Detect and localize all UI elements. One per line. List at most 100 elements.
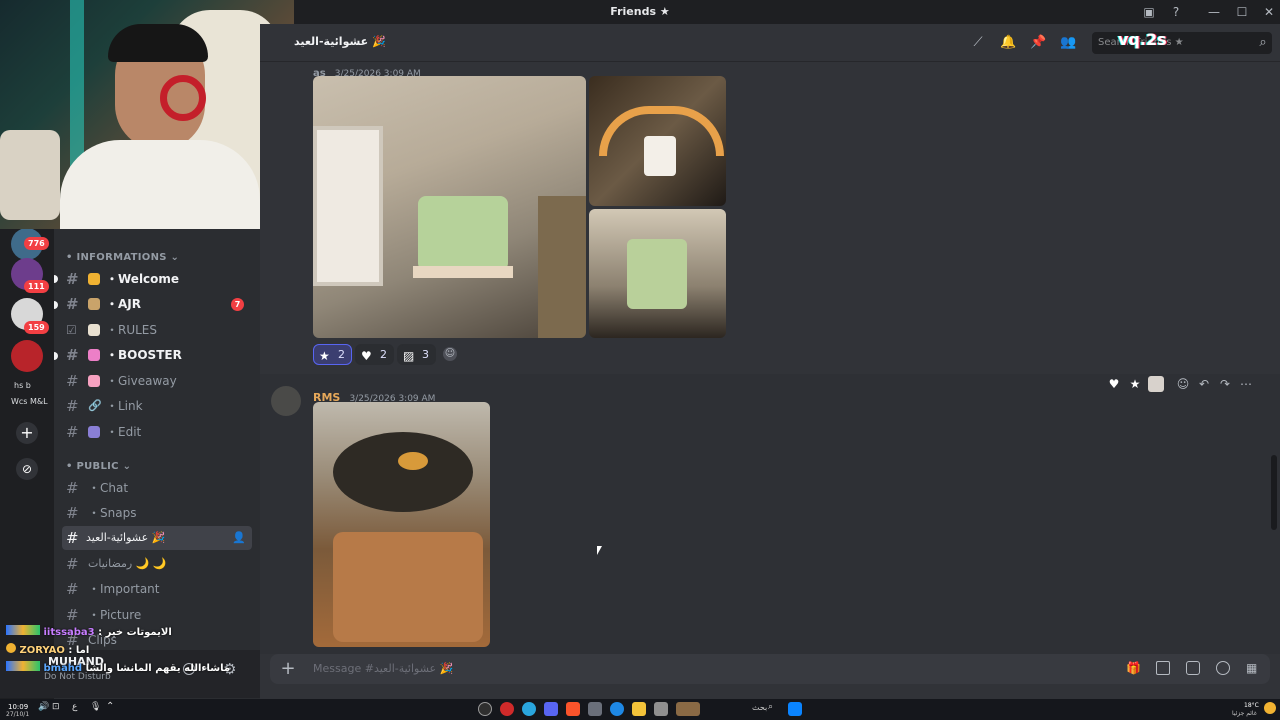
cake-stand bbox=[413, 266, 513, 278]
channel-snaps[interactable]: # ・Snaps bbox=[62, 501, 252, 525]
channel-label: رمضانيات 🌙 🌙 bbox=[88, 557, 167, 570]
channel-chat[interactable]: # ・Chat bbox=[62, 476, 252, 500]
taskbar-date: 27/10/1 bbox=[6, 711, 30, 718]
add-server-icon[interactable]: + bbox=[16, 422, 38, 444]
hash-icon: # bbox=[66, 555, 79, 573]
emoji-icon[interactable] bbox=[1216, 661, 1230, 675]
coffee-cup bbox=[644, 136, 676, 176]
app-icon[interactable] bbox=[478, 702, 492, 716]
pin-icon[interactable]: 📌 bbox=[1030, 35, 1046, 51]
sticker-icon[interactable] bbox=[1186, 661, 1200, 675]
category-label: PUBLIC bbox=[76, 461, 119, 472]
channel-booster[interactable]: # ・BOOSTER bbox=[62, 343, 252, 367]
channel-rules[interactable]: ☑ ・RULES bbox=[62, 318, 252, 342]
upload-plus-icon[interactable]: + bbox=[278, 659, 298, 679]
channel-label: ・Giveaway bbox=[106, 374, 177, 388]
file-explorer-icon[interactable] bbox=[632, 702, 646, 716]
apps-icon[interactable]: ▦ bbox=[1246, 661, 1260, 675]
server-icon[interactable] bbox=[11, 340, 43, 372]
reply-icon[interactable]: ↶ bbox=[1196, 376, 1212, 392]
maximize-button[interactable]: ☐ bbox=[1233, 3, 1251, 21]
weather-icon[interactable] bbox=[1264, 702, 1276, 714]
app-icon[interactable] bbox=[676, 702, 700, 716]
channel-ramadan[interactable]: # رمضانيات 🌙 🌙 bbox=[62, 552, 252, 576]
channel-edit[interactable]: # ・Edit bbox=[62, 420, 252, 444]
volume-icon[interactable]: 🔊 bbox=[38, 702, 49, 712]
server-folder-label[interactable]: hs b bbox=[14, 381, 31, 390]
channel-eid-random[interactable]: # عشوائية-العيد 🎉 👤 bbox=[62, 526, 252, 550]
app-icon[interactable] bbox=[654, 702, 668, 716]
reaction-star[interactable]: ★ 2 bbox=[313, 344, 352, 365]
more-icon[interactable]: ⋯ bbox=[1238, 376, 1254, 392]
channel-welcome[interactable]: # ・Welcome bbox=[62, 267, 252, 291]
channel-picture[interactable]: # ・Picture bbox=[62, 603, 252, 627]
server-badge: 776 bbox=[24, 237, 49, 250]
search-icon[interactable]: ⌕ bbox=[768, 702, 773, 712]
attachment-image[interactable] bbox=[313, 76, 586, 338]
app-icon[interactable] bbox=[588, 702, 602, 716]
help-icon[interactable]: ? bbox=[1167, 3, 1185, 21]
chevron-down-icon: ⌄ bbox=[122, 461, 132, 472]
star-icon[interactable]: ★ bbox=[1127, 376, 1143, 392]
forward-icon[interactable]: ↷ bbox=[1217, 376, 1233, 392]
sticker-icon[interactable] bbox=[1148, 376, 1164, 392]
channel-label: ・BOOSTER bbox=[106, 348, 182, 362]
app-icon[interactable] bbox=[500, 702, 514, 716]
server-badge: 111 bbox=[24, 280, 49, 293]
chat-badges-icon bbox=[6, 625, 40, 635]
telegram-icon[interactable] bbox=[522, 702, 536, 716]
channel-important[interactable]: # ・Important bbox=[62, 577, 252, 601]
category-informations[interactable]: • INFORMATIONS ⌄ bbox=[66, 252, 179, 263]
attachment-image[interactable] bbox=[589, 76, 726, 206]
channel-ajr[interactable]: # ・AJR 7 bbox=[62, 292, 252, 316]
discover-icon[interactable]: ⊘ bbox=[16, 458, 38, 480]
star-icon bbox=[88, 273, 100, 285]
gif-icon[interactable] bbox=[1156, 661, 1170, 675]
brave-icon[interactable] bbox=[566, 702, 580, 716]
reaction-count: 3 bbox=[422, 348, 429, 361]
add-reaction-icon[interactable]: ☺ bbox=[1175, 376, 1191, 392]
edge-icon[interactable] bbox=[610, 702, 624, 716]
category-label: INFORMATIONS bbox=[76, 252, 167, 263]
mic-icon[interactable]: 🎙 bbox=[90, 702, 101, 712]
start-icon[interactable] bbox=[788, 702, 802, 716]
channel-link[interactable]: # 🔗 ・Link bbox=[62, 394, 252, 418]
stream-chat-line: bmahd ماشاءالله يقهم المانشا والشا bbox=[6, 661, 230, 675]
sticker-icon: ▨ bbox=[403, 349, 415, 363]
bell-icon[interactable]: 🔔 bbox=[1000, 35, 1016, 51]
gift-icon[interactable]: 🎁 bbox=[1126, 661, 1141, 675]
add-reaction-icon[interactable]: ☺ bbox=[443, 347, 457, 361]
chevron-down-icon: ⌄ bbox=[170, 252, 180, 263]
category-public[interactable]: • PUBLIC ⌄ bbox=[66, 461, 131, 472]
message-input[interactable]: Message #عشوائية-العيد 🎉 bbox=[313, 662, 453, 675]
server-folder-label[interactable]: Wcs M&L bbox=[11, 397, 48, 406]
avatar[interactable] bbox=[271, 386, 301, 416]
streamer-shirt bbox=[60, 140, 260, 229]
tray-chevron-icon[interactable]: ⌃ bbox=[106, 701, 114, 712]
scrollbar-thumb[interactable] bbox=[1271, 455, 1277, 530]
reaction-sticker[interactable]: ▨ 3 bbox=[397, 344, 436, 365]
threads-icon[interactable]: ⟋ bbox=[970, 35, 986, 51]
discord-icon[interactable] bbox=[544, 702, 558, 716]
heart-icon[interactable]: ♥ bbox=[1106, 376, 1122, 392]
webcam-overlay bbox=[0, 0, 294, 229]
attachment-image[interactable] bbox=[313, 402, 490, 647]
headset bbox=[160, 75, 206, 121]
channel-giveaway[interactable]: # ・Giveaway bbox=[62, 369, 252, 393]
inbox-icon[interactable]: ▣ bbox=[1140, 3, 1158, 21]
minimize-button[interactable]: — bbox=[1205, 3, 1223, 21]
keyboard-lang-icon[interactable]: ع bbox=[72, 702, 77, 712]
close-button[interactable]: ✕ bbox=[1260, 3, 1278, 21]
hash-icon: # bbox=[66, 295, 79, 313]
windows-taskbar: 10:09 27/10/1 🔊 ⊡ ع 🎙 ⌃ بحث ⌕ 18°C غائم … bbox=[0, 699, 1280, 720]
search-icon: ⌕ bbox=[1259, 35, 1267, 50]
members-icon[interactable]: 👥 bbox=[1060, 35, 1076, 51]
taskbar-search[interactable]: بحث bbox=[752, 703, 767, 712]
network-icon[interactable]: ⊡ bbox=[52, 702, 60, 712]
reaction-heart[interactable]: ♥ 2 bbox=[355, 344, 394, 365]
invite-icon[interactable]: 👤 bbox=[232, 526, 246, 550]
taskbar-time: 10:09 bbox=[8, 703, 29, 711]
attachment-image[interactable] bbox=[589, 209, 726, 338]
channel-label: ・Chat bbox=[88, 481, 129, 495]
hash-icon: # bbox=[66, 423, 79, 441]
